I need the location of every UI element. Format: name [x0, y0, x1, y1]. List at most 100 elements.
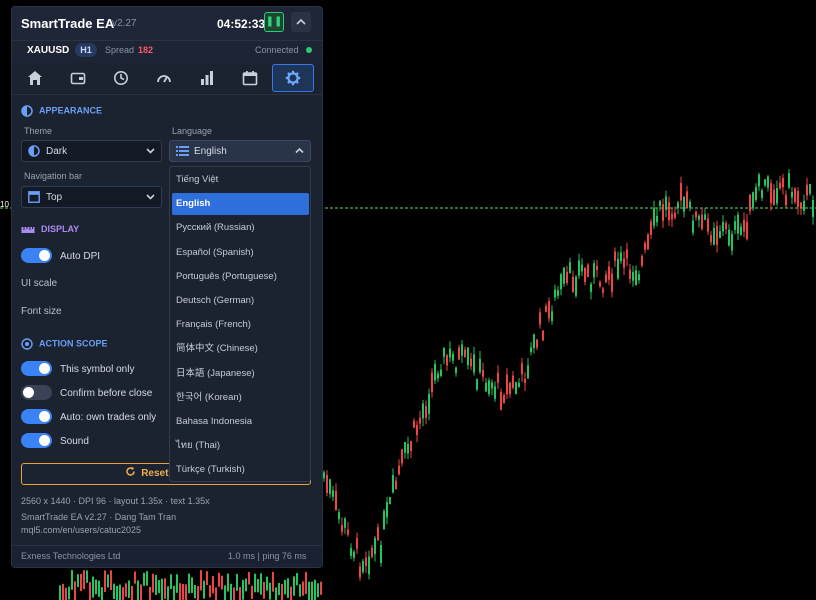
candle-body	[143, 572, 145, 586]
candle-body	[467, 347, 469, 366]
candle-body	[428, 393, 430, 414]
sound-toggle[interactable]	[21, 433, 52, 448]
candle-body	[296, 573, 298, 586]
language-option[interactable]: Español (Spanish)	[172, 242, 309, 264]
candle-body	[515, 382, 517, 395]
candle-body	[203, 580, 205, 599]
bar-chart-icon	[201, 71, 213, 85]
confirm-before-close-toggle[interactable]	[21, 385, 52, 400]
candle-body	[512, 375, 514, 388]
author-url[interactable]: mql5.com/en/users/catuc2025	[21, 525, 141, 535]
tab-history[interactable]	[100, 64, 142, 92]
symbol-label: XAUUSD	[27, 45, 70, 56]
candle-body	[608, 266, 610, 280]
tab-wallet[interactable]	[57, 64, 99, 92]
tab-home[interactable]	[14, 64, 56, 92]
candle-body	[806, 184, 808, 196]
font-size-label: Font size	[21, 306, 62, 317]
theme-select[interactable]: Dark	[21, 140, 162, 162]
candle-body	[581, 264, 583, 272]
language-option[interactable]: Português (Portuguese)	[172, 266, 309, 288]
tab-settings[interactable]	[272, 64, 314, 92]
navbar-label: Navigation bar	[24, 171, 83, 181]
tab-performance[interactable]	[143, 64, 185, 92]
language-option[interactable]: Türkçe (Turkish)	[172, 459, 309, 481]
candle-body	[173, 585, 175, 600]
confirm-before-close-label: Confirm before close	[60, 388, 153, 399]
language-option[interactable]: 简体中文 (Chinese)	[172, 338, 309, 360]
candle-body	[479, 358, 481, 373]
candle-body	[497, 372, 499, 383]
this-symbol-only-label: This symbol only	[60, 364, 135, 375]
candle-body	[506, 374, 508, 395]
candle-body	[443, 347, 445, 357]
candle-body	[86, 570, 88, 583]
candle-body	[716, 225, 718, 245]
candle-body	[533, 334, 535, 349]
candle-body	[530, 347, 532, 353]
half-circle-icon	[21, 105, 33, 117]
this-symbol-only-toggle[interactable]	[21, 361, 52, 376]
tab-calendar[interactable]	[229, 64, 271, 92]
language-option[interactable]: Deutsch (German)	[172, 290, 309, 312]
speedometer-icon	[157, 75, 171, 83]
auto-own-trades-toggle[interactable]	[21, 409, 52, 424]
candle-body	[794, 188, 796, 202]
candle-body	[803, 200, 805, 211]
language-option[interactable]: Tiếng Việt	[172, 169, 309, 191]
language-option[interactable]: 한국어 (Korean)	[172, 387, 309, 409]
candle-body	[689, 201, 691, 208]
candle-body	[278, 582, 280, 596]
candle-body	[686, 191, 688, 209]
candle-body	[473, 354, 475, 373]
candle-body	[605, 274, 607, 283]
candle-body	[743, 219, 745, 232]
candle-body	[644, 242, 646, 250]
candle-body	[128, 580, 130, 598]
collapse-button[interactable]	[291, 12, 311, 32]
candle-body	[392, 475, 394, 493]
candle-body	[302, 581, 304, 596]
candle-body	[104, 570, 106, 592]
candle-body	[269, 582, 271, 600]
latency-stats: 1.0 ms | ping 76 ms	[228, 551, 307, 561]
language-option[interactable]: Français (French)	[172, 314, 309, 336]
pause-button[interactable]: ❚❚	[264, 12, 284, 32]
candle-body	[632, 272, 634, 281]
language-select[interactable]: English	[169, 140, 311, 162]
candle-body	[434, 363, 436, 381]
candle-body	[215, 587, 217, 600]
candle-body	[485, 382, 487, 392]
appearance-heading: APPEARANCE	[21, 105, 102, 117]
candle-body	[98, 580, 100, 597]
candle-body	[293, 576, 295, 596]
candle-body	[596, 265, 598, 271]
list-icon	[176, 146, 189, 156]
candle-body	[197, 586, 199, 600]
navbar-select[interactable]: Top	[21, 186, 162, 208]
candle-body	[419, 417, 421, 424]
candle-body	[125, 583, 127, 597]
candle-body	[314, 579, 316, 600]
tab-statistics[interactable]	[186, 64, 228, 92]
connection-status: Connected	[255, 45, 299, 55]
language-option[interactable]: Русский (Russian)	[172, 217, 309, 239]
candle-body	[248, 571, 250, 585]
window-icon	[28, 191, 40, 203]
language-option[interactable]: 日本語 (Japanese)	[172, 363, 309, 385]
clock-icon	[114, 71, 128, 85]
language-option[interactable]: Bahasa Indonesia	[172, 411, 309, 433]
auto-dpi-toggle[interactable]	[21, 248, 52, 263]
candle-body	[536, 339, 538, 348]
candle-body	[734, 221, 736, 230]
candle-body	[452, 353, 454, 361]
candle-body	[179, 583, 181, 600]
language-option[interactable]: ไทย (Thai)	[172, 435, 309, 457]
candle-body	[611, 273, 613, 292]
candle-body	[614, 251, 616, 261]
connection-dot-icon	[306, 47, 312, 53]
candle-body	[680, 182, 682, 201]
candle-body	[749, 194, 751, 212]
candle-body	[116, 585, 118, 600]
language-option[interactable]: English	[172, 193, 309, 216]
